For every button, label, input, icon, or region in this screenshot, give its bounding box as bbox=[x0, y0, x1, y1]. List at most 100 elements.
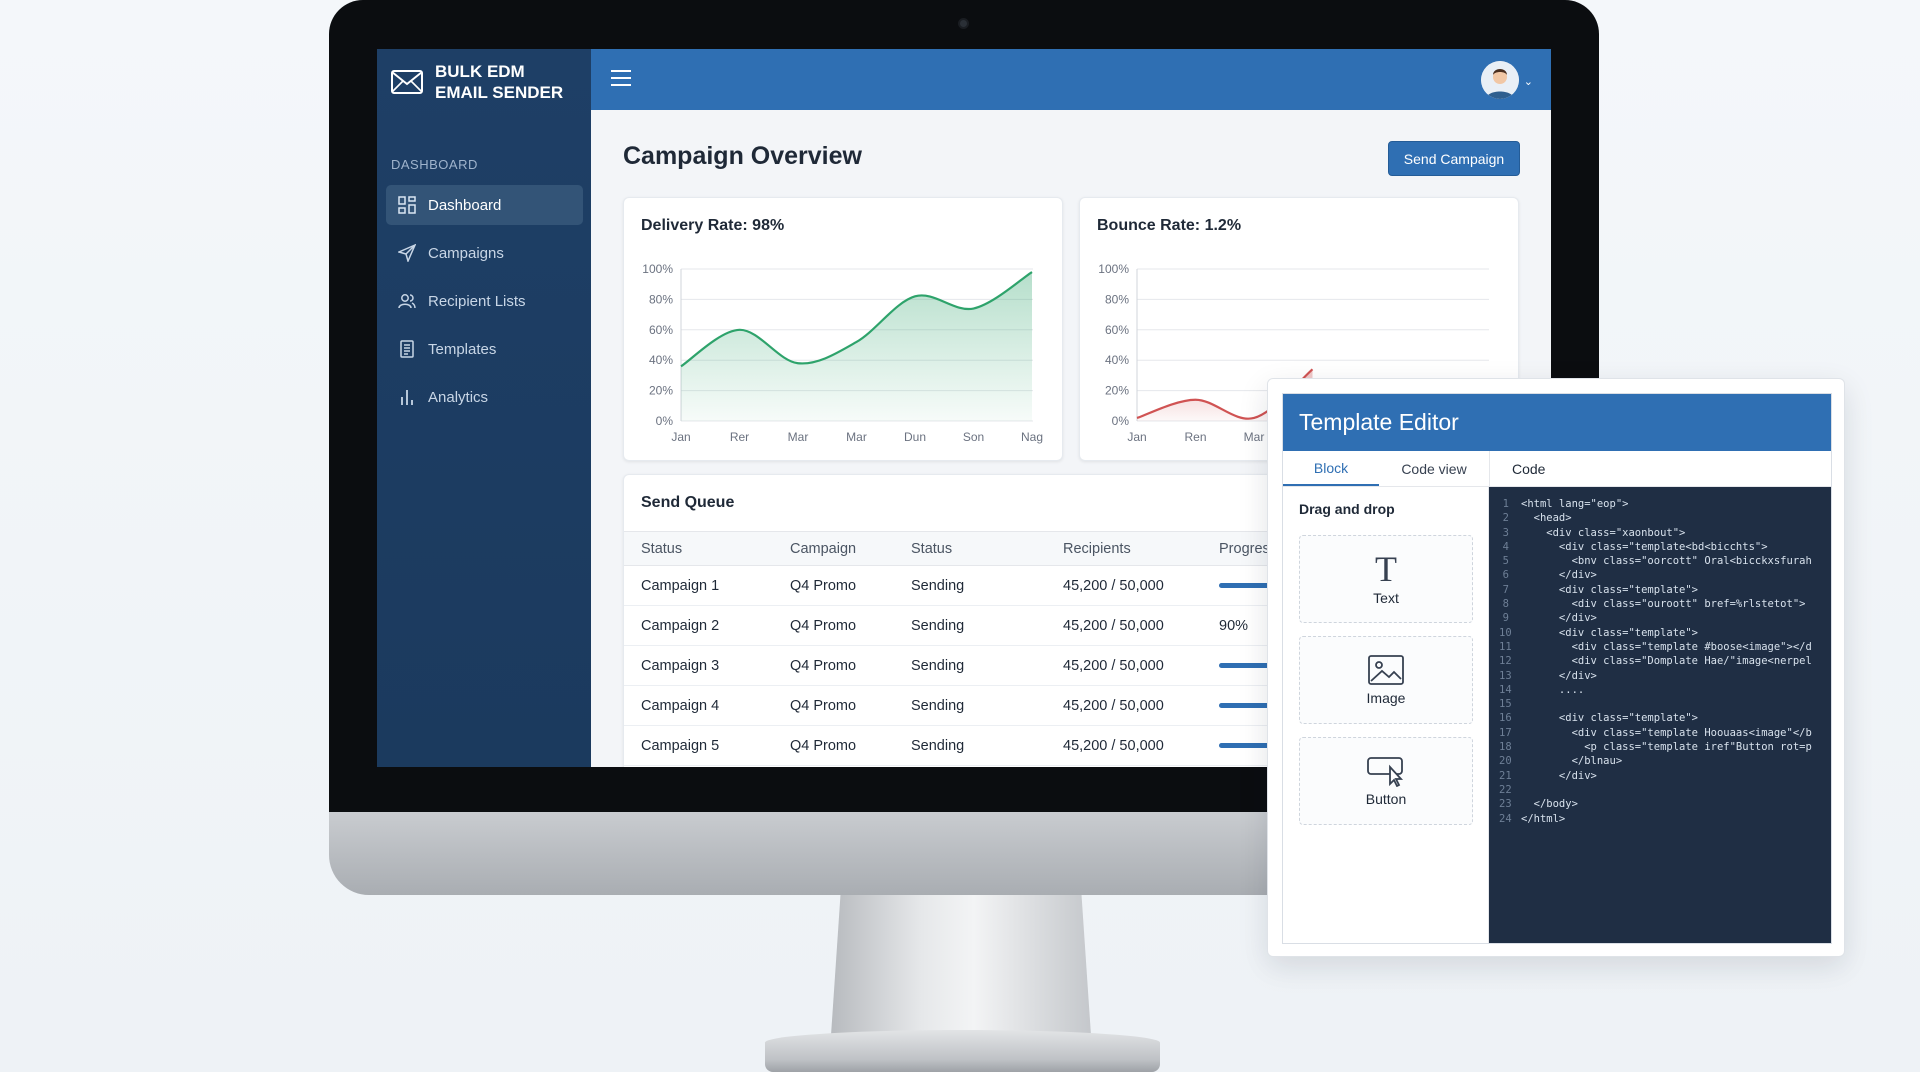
line-number: 16 bbox=[1499, 712, 1512, 725]
y-tick-label: 20% bbox=[1105, 384, 1129, 398]
line-number: 3 bbox=[1502, 526, 1509, 539]
sidebar-item-label: Templates bbox=[428, 340, 497, 358]
text-icon: T bbox=[1375, 552, 1397, 586]
campaign-name: Campaign 2 bbox=[624, 605, 773, 646]
tab-code[interactable]: Code bbox=[1489, 451, 1831, 487]
recipient-count: 45,200 / 50,000 bbox=[1046, 685, 1202, 726]
tab-code-view[interactable]: Code view bbox=[1379, 451, 1489, 486]
image-icon bbox=[1368, 655, 1404, 685]
line-number: 18 bbox=[1499, 741, 1512, 754]
send-campaign-button[interactable]: Send Campaign bbox=[1388, 141, 1520, 176]
line-number: 8 bbox=[1502, 598, 1509, 611]
code-line: 17 <div class="template Hoouaas<image"</… bbox=[1499, 726, 1831, 740]
send-status: Sending bbox=[894, 685, 1046, 726]
document-icon bbox=[400, 340, 414, 358]
send-status: Sending bbox=[894, 725, 1046, 766]
sidebar-item-campaigns[interactable]: Campaigns bbox=[386, 233, 583, 273]
template-editor: Template Editor Block Code view Code Dra… bbox=[1282, 393, 1832, 944]
code-line: 18 <p class="template iref"Button rot=p bbox=[1499, 740, 1831, 754]
line-number: 20 bbox=[1499, 755, 1512, 768]
code-text: <div class="template<bd<bicchts"> bbox=[1521, 540, 1768, 553]
code-text: <div class="template #boose<image"></d bbox=[1521, 640, 1812, 653]
code-line: 12 <div class="Domplate Hae/"image<nerpe… bbox=[1499, 654, 1831, 668]
recipient-count: 45,200 / 50,000 bbox=[1046, 565, 1202, 606]
chevron-down-icon[interactable]: ⌄ bbox=[1524, 75, 1533, 88]
y-tick-label: 0% bbox=[1112, 414, 1130, 428]
line-number: 14 bbox=[1499, 683, 1512, 696]
campaign-name: Campaign 3 bbox=[624, 645, 773, 686]
x-tick-label: Dun bbox=[904, 430, 926, 444]
campaign-name: Campaign 1 bbox=[624, 565, 773, 606]
x-tick-label: Son bbox=[963, 430, 984, 444]
code-text: </div> bbox=[1521, 612, 1597, 625]
code-line: 15 bbox=[1499, 697, 1831, 711]
code-text: <div class="Domplate Hae/"image<nerpel bbox=[1521, 655, 1812, 668]
code-editor[interactable]: 1 <html lang="eop"> 2 <head> 3 <div class="… bbox=[1489, 487, 1831, 943]
button-cursor-icon bbox=[1367, 757, 1404, 787]
recipient-count: 45,200 / 50,000 bbox=[1046, 605, 1202, 646]
line-number: 2 bbox=[1502, 512, 1509, 525]
code-text: <div class="ouroott" bref=%rlstetot"> bbox=[1521, 598, 1806, 611]
sidebar-item-label: Analytics bbox=[428, 388, 489, 406]
code-line: 20 </blnau> bbox=[1499, 754, 1831, 768]
user-avatar-icon[interactable] bbox=[1481, 61, 1519, 99]
code-line: 23 </body> bbox=[1499, 797, 1831, 811]
column-header[interactable]: Status bbox=[624, 531, 773, 566]
code-text: <div class="template"> bbox=[1521, 626, 1699, 639]
editor-tabs: Block Code view bbox=[1283, 451, 1489, 487]
code-text: <html lang="eop"> bbox=[1521, 498, 1629, 510]
sidebar-item-templates[interactable]: Templates bbox=[386, 329, 583, 369]
code-line: 8 <div class="ouroott" bref=%rlstetot"> bbox=[1499, 597, 1831, 611]
brand[interactable]: BULK EDM EMAIL SENDER bbox=[391, 61, 563, 103]
line-number: 9 bbox=[1502, 612, 1509, 625]
send-status: Sending bbox=[894, 645, 1046, 686]
code-text: <p class="template iref"Button rot=p bbox=[1521, 741, 1812, 754]
code-text: <div class="xaonbout"> bbox=[1521, 526, 1686, 539]
column-header[interactable]: Campaign bbox=[773, 531, 894, 566]
line-number: 10 bbox=[1499, 626, 1512, 639]
line-number: 5 bbox=[1502, 555, 1509, 568]
line-number: 17 bbox=[1499, 726, 1512, 739]
campaign-name: Campaign 5 bbox=[624, 725, 773, 766]
text-block[interactable]: T Text bbox=[1299, 535, 1473, 623]
button-block[interactable]: Button bbox=[1299, 737, 1473, 825]
grid-icon bbox=[398, 196, 416, 214]
brand-title: BULK EDM EMAIL SENDER bbox=[435, 61, 563, 103]
delivery-rate-chart: 100% 80% 60% 40% 20% 0% Jan Rer Mar Mar Dun Son Nag bbox=[642, 262, 1043, 444]
code-text: .... bbox=[1521, 683, 1585, 696]
paper-plane-icon bbox=[398, 244, 416, 262]
code-line: 21 </div> bbox=[1499, 769, 1831, 783]
x-tick-label: Mar bbox=[1244, 430, 1265, 444]
code-text: </div> bbox=[1521, 569, 1597, 582]
page-title: Campaign Overview bbox=[623, 142, 862, 170]
image-block[interactable]: Image bbox=[1299, 636, 1473, 724]
line-number: 1 bbox=[1502, 498, 1509, 510]
series-area bbox=[681, 272, 1032, 421]
code-text: <div class="template Hoouaas<image"</b bbox=[1521, 726, 1812, 739]
code-text: <head> bbox=[1521, 512, 1572, 525]
campaign-type: Q4 Promo bbox=[773, 645, 894, 686]
template-editor-window: Template Editor Block Code view Code Dra… bbox=[1267, 378, 1845, 957]
x-tick-label: Jan bbox=[1127, 430, 1146, 444]
envelope-icon bbox=[391, 70, 423, 94]
sidebar-item-dashboard[interactable]: Dashboard bbox=[386, 185, 583, 225]
column-header[interactable]: Recipients bbox=[1046, 531, 1202, 566]
sidebar-item-recipient-lists[interactable]: Recipient Lists bbox=[386, 281, 583, 321]
x-tick-label: Mar bbox=[788, 430, 809, 444]
line-number: 24 bbox=[1499, 812, 1512, 825]
code-line: 9 </div> bbox=[1499, 611, 1831, 625]
y-tick-label: 100% bbox=[642, 262, 673, 276]
block-label: Image bbox=[1366, 690, 1406, 706]
webcam-icon bbox=[958, 18, 969, 29]
sidebar-item-analytics[interactable]: Analytics bbox=[386, 377, 583, 417]
brand-title-line1: BULK EDM bbox=[435, 62, 525, 81]
x-tick-label: Ren bbox=[1184, 430, 1206, 444]
code-line: 2 <head> bbox=[1499, 511, 1831, 525]
y-tick-label: 60% bbox=[1105, 323, 1129, 337]
hamburger-icon[interactable] bbox=[610, 69, 632, 87]
tab-block[interactable]: Block bbox=[1283, 451, 1379, 486]
send-status: Sending bbox=[894, 605, 1046, 646]
code-line: 24 </html> bbox=[1499, 812, 1831, 826]
x-tick-label: Mar bbox=[846, 430, 867, 444]
column-header[interactable]: Status bbox=[894, 531, 1046, 566]
